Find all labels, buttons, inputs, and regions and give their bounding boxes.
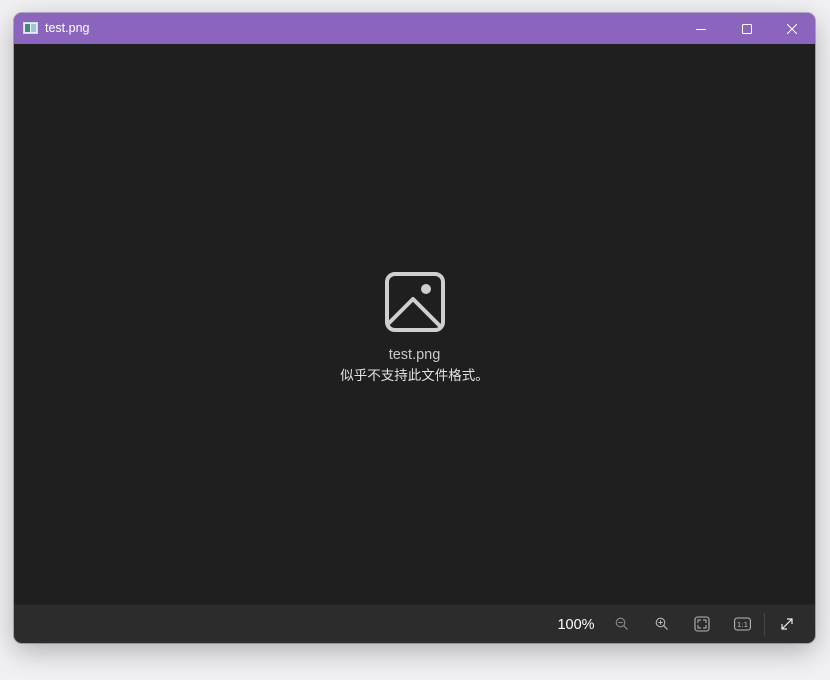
maximize-button[interactable] (724, 13, 770, 44)
file-name-label: test.png (388, 347, 441, 363)
app-icon (23, 22, 38, 34)
zoom-in-button[interactable] (648, 612, 676, 636)
maximize-icon (742, 23, 752, 34)
zoom-level-label[interactable]: 100% (546, 616, 606, 634)
image-icon (385, 272, 445, 332)
zoom-out-button[interactable] (608, 612, 636, 636)
expand-icon (781, 618, 793, 630)
image-viewer-area[interactable]: test.png 似乎不支持此文件格式。 (14, 44, 815, 604)
fit-screen-icon (694, 616, 710, 632)
bottom-toolbar: 100% 1:1 (14, 604, 815, 643)
fit-to-window-button[interactable] (688, 612, 716, 636)
actual-size-text: 1:1 (736, 621, 747, 629)
toolbar-divider (764, 613, 765, 636)
image-viewer-window: test.png test.png 似乎不支持此文件格式。 100% 1:1 (14, 13, 815, 643)
title-bar[interactable]: test.png (14, 13, 815, 44)
close-icon (787, 23, 797, 34)
zoom-in-icon (655, 617, 668, 630)
actual-size-icon: 1:1 (733, 617, 751, 631)
minimize-button[interactable] (678, 13, 724, 44)
close-button[interactable] (769, 13, 815, 44)
zoom-out-icon (615, 617, 628, 630)
fullscreen-button[interactable] (773, 612, 801, 636)
minimize-icon (696, 28, 706, 30)
actual-size-button[interactable]: 1:1 (728, 612, 756, 636)
unsupported-format-message: 似乎不支持此文件格式。 (340, 368, 489, 384)
window-title: test.png (45, 21, 90, 35)
